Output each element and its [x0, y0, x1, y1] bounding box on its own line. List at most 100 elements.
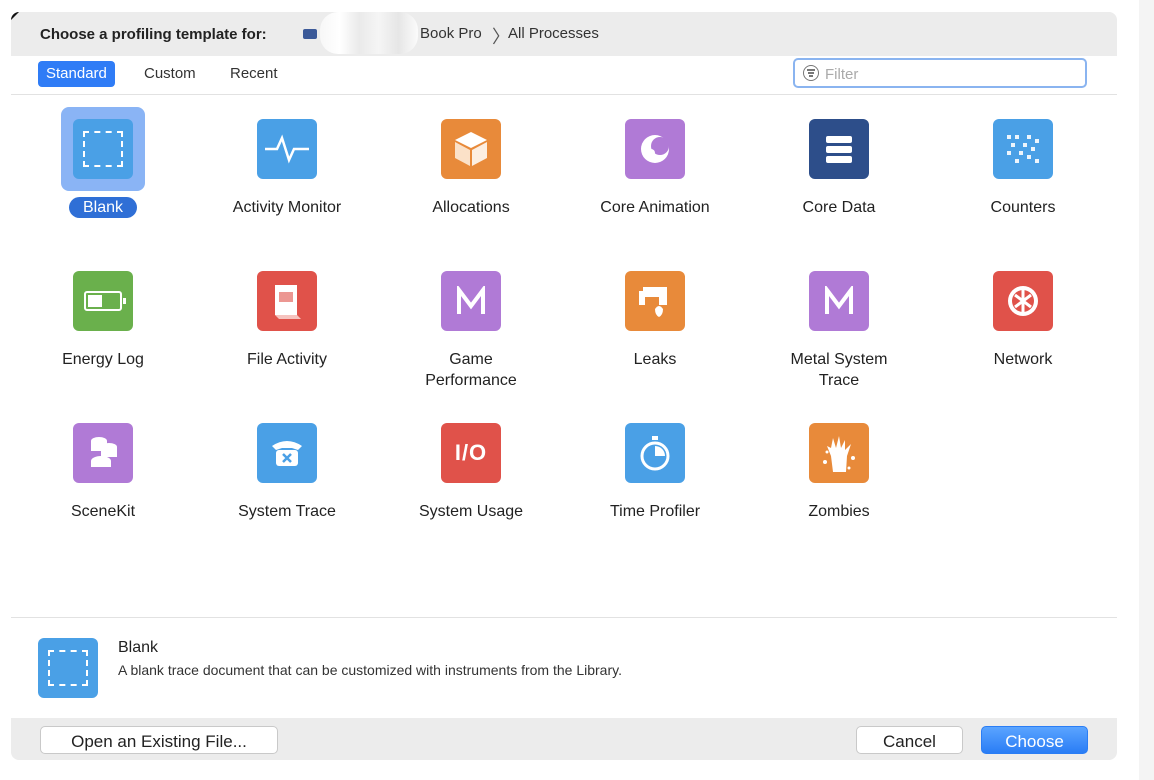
template-network[interactable]: Network: [931, 247, 1115, 387]
template-icon-wrap: [257, 271, 317, 331]
template-label: Network: [931, 349, 1115, 370]
template-label: Game Performance: [379, 349, 563, 391]
template-label: File Activity: [195, 349, 379, 370]
template-tabs: Standard Custom Recent: [11, 56, 1117, 95]
choose-button[interactable]: Choose: [981, 726, 1088, 754]
template-label: SceneKit: [11, 501, 195, 522]
template-icon-wrap: [625, 271, 685, 331]
template-label-text: System Trace: [238, 503, 336, 520]
template-icon-wrap: [441, 119, 501, 179]
template-scenekit[interactable]: SceneKit: [11, 399, 195, 539]
zombies-icon: [809, 423, 869, 483]
selected-template-blank-icon: [38, 638, 98, 698]
template-label-text: Activity Monitor: [232, 199, 342, 216]
template-label: System Trace: [195, 501, 379, 522]
template-icon-wrap: I/O: [441, 423, 501, 483]
template-metal-system-trace[interactable]: Metal System Trace: [747, 247, 931, 389]
dialog-footer: Open an Existing File... Cancel Choose: [11, 718, 1117, 760]
template-file-activity[interactable]: File Activity: [195, 247, 379, 387]
laptop-icon: [303, 29, 317, 39]
template-label-text: Allocations: [432, 199, 510, 216]
template-system-trace[interactable]: System Trace: [195, 399, 379, 539]
open-existing-file-button[interactable]: Open an Existing File...: [40, 726, 278, 754]
template-chooser-dialog: Choose a profiling template for: Book Pr…: [11, 12, 1117, 760]
template-icon-wrap: [73, 423, 133, 483]
template-core-animation[interactable]: Core Animation: [563, 95, 747, 235]
template-label-text: System Usage: [418, 503, 524, 520]
tab-standard[interactable]: Standard: [38, 61, 115, 87]
template-icon-wrap: [809, 119, 869, 179]
template-icon-wrap: [809, 423, 869, 483]
template-system-usage[interactable]: I/O System Usage: [379, 399, 563, 539]
template-icon-wrap: [809, 271, 869, 331]
filter-input[interactable]: [823, 63, 1077, 85]
template-label: Blank: [11, 197, 195, 218]
template-label-text: Network: [993, 351, 1053, 368]
template-icon-wrap: [257, 423, 317, 483]
template-icon-wrap: [993, 271, 1053, 331]
template-icon-wrap: [73, 271, 133, 331]
template-label: Metal System Trace: [747, 349, 931, 391]
selected-template-title: Blank: [118, 639, 159, 656]
system-trace-icon: [257, 423, 317, 483]
template-label-text: Time Profiler: [609, 503, 701, 520]
counters-icon: [993, 119, 1053, 179]
template-label: System Usage: [379, 501, 563, 522]
template-label-text: SceneKit: [70, 503, 136, 520]
dialog-header: Choose a profiling template for: Book Pr…: [11, 12, 1117, 56]
corner-mark: [11, 12, 19, 20]
core-data-icon: [809, 119, 869, 179]
template-allocations[interactable]: Allocations: [379, 95, 563, 235]
blank-icon: [73, 119, 133, 179]
template-icon-wrap: [61, 107, 145, 191]
template-label-text: Core Data: [802, 199, 876, 216]
template-activity-monitor[interactable]: Activity Monitor: [195, 95, 379, 235]
template-label-text: Core Animation: [600, 199, 710, 216]
template-icon-wrap: [993, 119, 1053, 179]
template-icon-wrap: [441, 271, 501, 331]
game-performance-icon: [441, 271, 501, 331]
tab-recent[interactable]: Recent: [222, 61, 286, 87]
system-usage-icon: I/O: [441, 423, 501, 483]
template-label-text: Zombies: [808, 503, 870, 520]
template-label: Core Animation: [563, 197, 747, 218]
cancel-button[interactable]: Cancel: [856, 726, 963, 754]
template-label: Leaks: [563, 349, 747, 370]
filter-field[interactable]: [793, 58, 1087, 88]
network-icon: [993, 271, 1053, 331]
template-zombies[interactable]: Zombies: [747, 399, 931, 539]
leaks-icon: [625, 271, 685, 331]
template-label-text: Leaks: [633, 351, 677, 368]
energy-log-icon: [73, 271, 133, 331]
allocations-icon: [441, 119, 501, 179]
tab-custom[interactable]: Custom: [136, 61, 204, 87]
window-edge: [1139, 0, 1154, 780]
template-game-performance[interactable]: Game Performance: [379, 247, 563, 389]
template-core-data[interactable]: Core Data: [747, 95, 931, 235]
template-icon-wrap: [257, 119, 317, 179]
template-label-text: Metal System Trace: [790, 351, 888, 389]
redacted-device-name: [320, 12, 418, 54]
template-label-text: Energy Log: [62, 351, 144, 368]
template-label: Time Profiler: [563, 501, 747, 522]
template-label: Core Data: [747, 197, 931, 218]
template-leaks[interactable]: Leaks: [563, 247, 747, 387]
time-profiler-icon: [625, 423, 685, 483]
template-label-text: File Activity: [246, 351, 327, 368]
template-label: Zombies: [747, 501, 931, 522]
template-label: Energy Log: [11, 349, 195, 370]
selected-template-description: A blank trace document that can be custo…: [118, 662, 622, 678]
template-energy-log[interactable]: Energy Log: [11, 247, 195, 387]
template-label-text: Game Performance: [425, 351, 517, 389]
activity-monitor-icon: [257, 119, 317, 179]
metal-system-trace-icon: [809, 271, 869, 331]
template-blank[interactable]: Blank: [11, 95, 195, 235]
file-activity-icon: [257, 271, 317, 331]
template-label: Allocations: [379, 197, 563, 218]
template-label: Activity Monitor: [195, 197, 379, 218]
process-selector[interactable]: All Processes: [508, 25, 599, 42]
device-selector[interactable]: Book Pro: [420, 25, 482, 42]
template-counters[interactable]: Counters: [931, 95, 1115, 235]
template-label-text: Blank: [68, 197, 138, 218]
template-time-profiler[interactable]: Time Profiler: [563, 399, 747, 539]
